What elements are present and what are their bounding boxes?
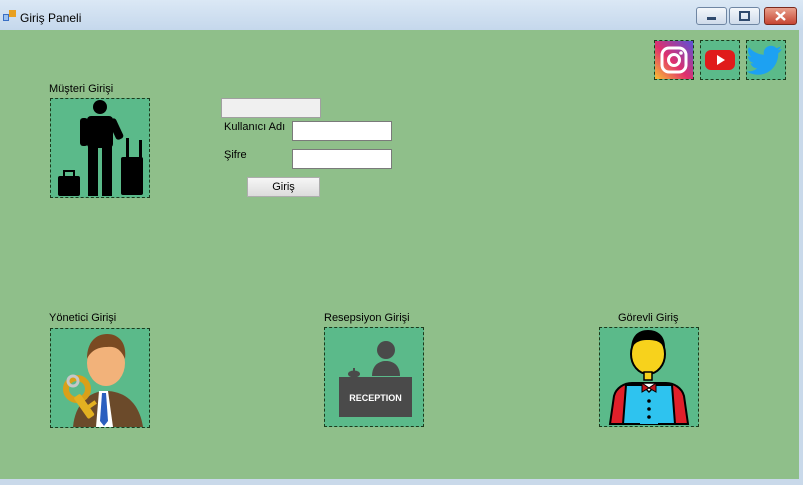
close-icon <box>775 11 786 21</box>
password-label: Şifre <box>224 149 247 161</box>
gorevli-giris-label: Görevli Giriş <box>618 312 679 324</box>
musteri-girisi-picture[interactable] <box>50 98 150 198</box>
yonetici-girisi-label: Yönetici Girişi <box>49 312 117 324</box>
musteri-girisi-label: Müşteri Girişi <box>49 83 114 95</box>
top-textbox[interactable] <box>221 98 321 118</box>
app-icon <box>3 10 16 21</box>
resepsiyon-girisi-label: Resepsiyon Girişi <box>324 312 410 324</box>
instagram-link[interactable] <box>654 40 694 80</box>
username-input[interactable] <box>292 121 392 141</box>
yonetici-girisi-picture[interactable] <box>50 328 150 428</box>
username-label: Kullanıcı Adı <box>224 121 286 133</box>
manager-key-icon <box>63 334 143 427</box>
instagram-icon <box>655 41 693 79</box>
traveler-icon <box>58 100 143 196</box>
youtube-icon <box>705 50 735 70</box>
resepsiyon-girisi-picture[interactable]: RECEPTION <box>324 327 424 427</box>
youtube-link[interactable] <box>700 40 740 80</box>
maximize-icon <box>739 11 750 21</box>
title-bar: Giriş Paneli <box>0 0 803 30</box>
reception-desk-icon <box>339 341 412 417</box>
minimize-icon <box>707 17 716 20</box>
minimize-button[interactable] <box>696 7 727 25</box>
window-bottom-border <box>0 479 803 485</box>
gorevli-giris-picture[interactable] <box>599 327 699 427</box>
twitter-link[interactable] <box>746 40 786 80</box>
password-input[interactable] <box>292 149 392 169</box>
close-button[interactable] <box>764 7 797 25</box>
twitter-icon <box>747 45 782 75</box>
login-button[interactable]: Giriş <box>247 177 320 197</box>
maximize-button[interactable] <box>729 7 760 25</box>
reception-sign-text: RECEPTION <box>349 393 402 403</box>
staff-icon <box>608 330 690 425</box>
window-title: Giriş Paneli <box>20 11 82 25</box>
